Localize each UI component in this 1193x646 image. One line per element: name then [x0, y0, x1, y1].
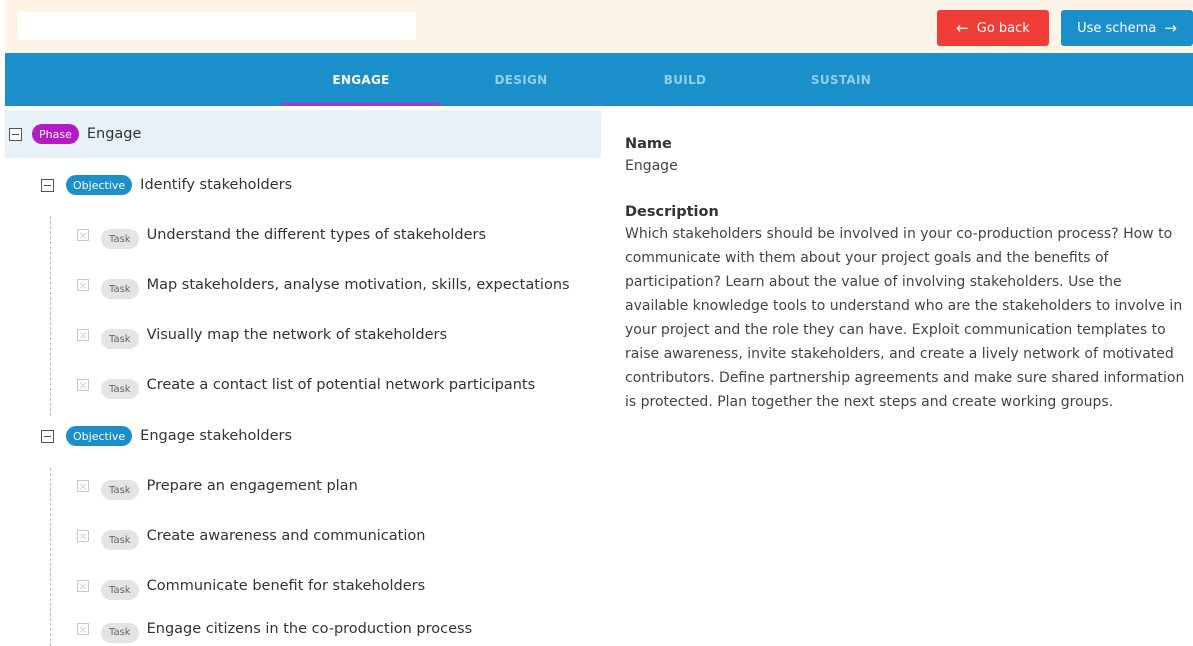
- task-label: Create a contact list of potential netwo…: [146, 377, 536, 393]
- task-label: Prepare an engagement plan: [146, 478, 358, 494]
- task-badge: Task: [101, 480, 139, 500]
- task-checkbox-icon[interactable]: [77, 530, 89, 542]
- task-checkbox-icon[interactable]: [77, 622, 89, 635]
- task-checkbox-icon[interactable]: [77, 379, 89, 391]
- task-badge: Task: [101, 379, 139, 399]
- tree-task-row[interactable]: Task Map stakeholders, analyse motivatio…: [5, 260, 601, 310]
- task-badge: Task: [101, 622, 139, 643]
- collapse-icon[interactable]: [41, 429, 54, 443]
- tree-task-row[interactable]: Task Understand the different types of s…: [5, 210, 601, 260]
- schema-tree: Phase Engage Objective Identify stakehol…: [5, 108, 601, 646]
- task-label: Communicate benefit for stakeholders: [146, 578, 426, 594]
- top-bar: ← Go back Use schema →: [5, 0, 1193, 53]
- tree-phase-row[interactable]: Phase Engage: [5, 110, 601, 158]
- name-value: Engage: [625, 158, 678, 174]
- collapse-icon[interactable]: [9, 127, 22, 141]
- tab-engage[interactable]: ENGAGE: [281, 53, 441, 106]
- use-schema-label: Use schema: [1077, 20, 1157, 36]
- arrow-left-icon: ←: [956, 19, 969, 37]
- task-label: Visually map the network of stakeholders: [146, 327, 448, 343]
- collapse-icon[interactable]: [41, 178, 54, 192]
- objective-badge: Objective: [66, 175, 133, 195]
- objective-badge: Objective: [66, 426, 133, 446]
- task-label: Understand the different types of stakeh…: [146, 227, 487, 243]
- name-heading: Name: [625, 136, 672, 152]
- tree-task-row[interactable]: Task Engage citizens in the co-productio…: [5, 611, 601, 646]
- use-schema-button[interactable]: Use schema →: [1061, 10, 1193, 46]
- tree-task-row[interactable]: Task Create awareness and communication: [5, 511, 601, 561]
- tree-task-row[interactable]: Task Communicate benefit for stakeholder…: [5, 561, 601, 611]
- task-label: Create awareness and communication: [146, 528, 426, 544]
- tree-task-row[interactable]: Task Prepare an engagement plan: [5, 461, 601, 511]
- task-badge: Task: [101, 279, 139, 299]
- tab-sustain[interactable]: SUSTAIN: [775, 53, 907, 106]
- tree-objective-row[interactable]: Objective Engage stakeholders: [5, 411, 601, 461]
- task-checkbox-icon[interactable]: [77, 279, 89, 291]
- description-heading: Description: [625, 204, 719, 220]
- search-input[interactable]: [18, 12, 416, 40]
- description-value: Which stakeholders should be involved in…: [625, 226, 1185, 410]
- tab-design[interactable]: DESIGN: [455, 53, 587, 106]
- tree-task-row[interactable]: Task Visually map the network of stakeho…: [5, 310, 601, 360]
- task-badge: Task: [101, 329, 139, 349]
- detail-panel: Name Engage Description Which stakeholde…: [625, 136, 1185, 414]
- objective-label: Identify stakeholders: [140, 177, 293, 193]
- tree-objective-row[interactable]: Objective Identify stakeholders: [5, 160, 601, 210]
- phase-badge: Phase: [32, 124, 79, 144]
- task-badge: Task: [101, 580, 139, 600]
- task-checkbox-icon[interactable]: [77, 580, 89, 592]
- go-back-label: Go back: [976, 20, 1030, 36]
- task-checkbox-icon[interactable]: [77, 329, 89, 341]
- objective-label: Engage stakeholders: [140, 428, 293, 444]
- task-label: Engage citizens in the co-production pro…: [146, 620, 473, 637]
- task-checkbox-icon[interactable]: [77, 229, 89, 241]
- task-badge: Task: [101, 530, 139, 550]
- tab-build[interactable]: BUILD: [619, 53, 751, 106]
- task-checkbox-icon[interactable]: [77, 480, 89, 492]
- go-back-button[interactable]: ← Go back: [937, 10, 1049, 46]
- task-label: Map stakeholders, analyse motivation, sk…: [146, 277, 570, 293]
- arrow-right-icon: →: [1164, 19, 1177, 37]
- task-badge: Task: [101, 229, 139, 249]
- phase-label: Engage: [86, 126, 142, 142]
- phase-tabs: ENGAGE DESIGN BUILD SUSTAIN: [5, 53, 1193, 106]
- tree-task-row[interactable]: Task Create a contact list of potential …: [5, 360, 601, 410]
